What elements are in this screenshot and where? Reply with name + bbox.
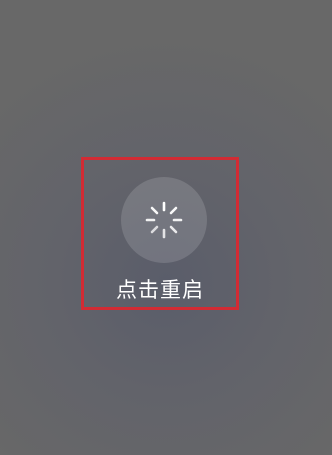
restart-label: 点击重启 <box>116 278 204 302</box>
restart-highlight-frame: 点击重启 <box>81 157 239 310</box>
loading-spinner-icon <box>145 201 183 239</box>
screen: 点击重启 <box>0 0 332 455</box>
spinner-circle <box>121 177 207 263</box>
restart-button[interactable]: 点击重启 <box>84 160 236 307</box>
